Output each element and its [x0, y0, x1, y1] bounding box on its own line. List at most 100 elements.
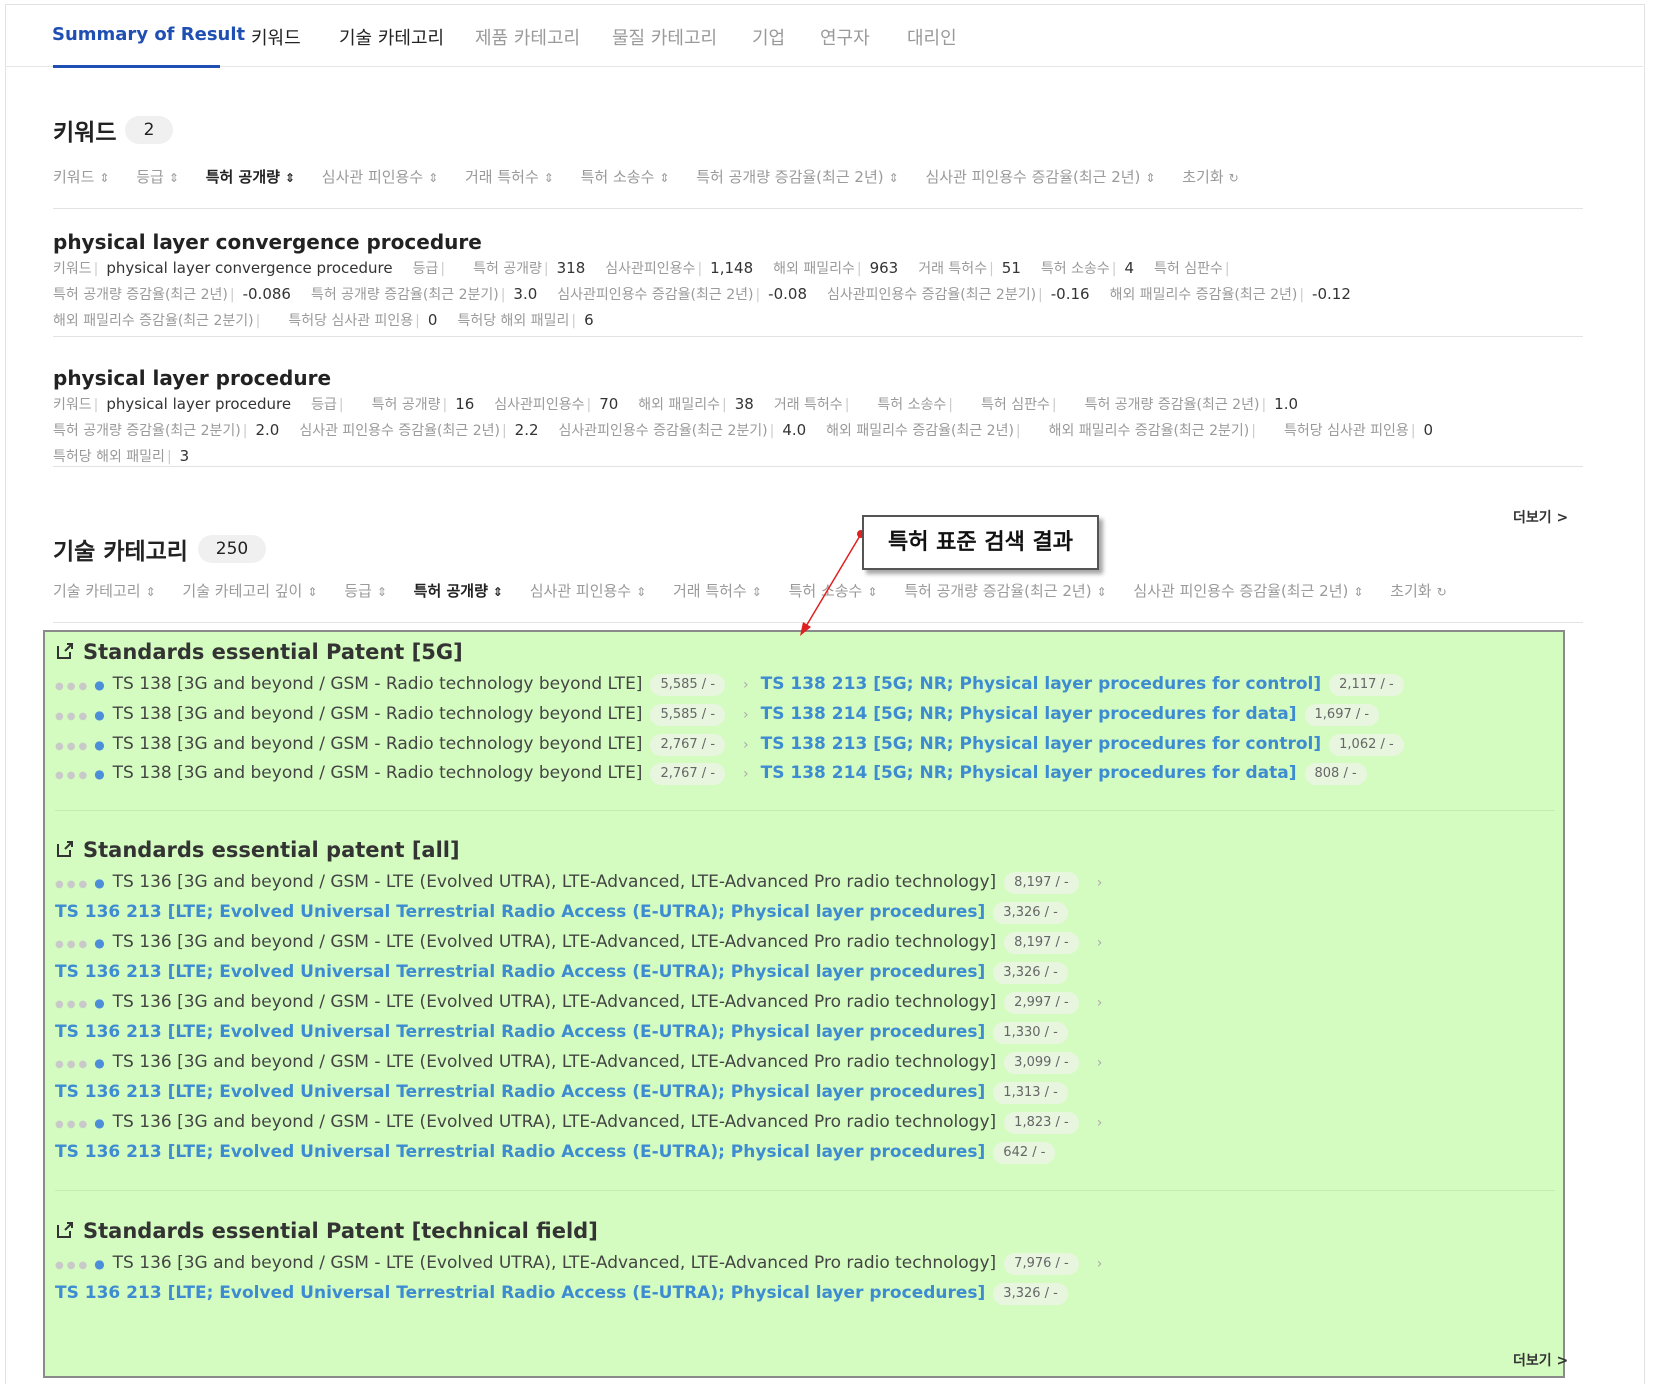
- depth-dots: ●●●: [55, 939, 91, 950]
- bullet-icon: ●: [94, 876, 105, 890]
- parent-category[interactable]: TS 138 [3G and beyond / GSM - Radio tech…: [113, 674, 643, 694]
- sort-traded-patents[interactable]: 거래 특허수 ⇕: [465, 168, 554, 186]
- sort-citation-growth[interactable]: 심사관 피인용수 증감율(최근 2년) ⇕: [925, 168, 1155, 186]
- standards-group-title[interactable]: Standards essential Patent [technical fi…: [55, 1219, 598, 1245]
- metric-label: 등급: [412, 261, 439, 277]
- child-category-link[interactable]: TS 138 213 [5G; NR; Physical layer proce…: [761, 674, 1322, 694]
- separator: |: [440, 261, 446, 277]
- parent-category[interactable]: TS 136 [3G and beyond / GSM - LTE (Evolv…: [113, 1112, 997, 1132]
- child-category-link[interactable]: TS 136 213 [LTE; Evolved Universal Terre…: [55, 902, 985, 922]
- count-badge: 1,823 / -: [1004, 1112, 1079, 1134]
- parent-category[interactable]: TS 138 [3G and beyond / GSM - Radio tech…: [113, 704, 643, 724]
- child-category-link[interactable]: TS 138 213 [5G; NR; Physical layer proce…: [761, 734, 1322, 754]
- keyword-metric-row: 키워드 | physical layer procedure 등급 | 특허 공개량 | 16…: [53, 394, 1318, 414]
- category-child-row: TS 136 213 [LTE; Evolved Universal Terre…: [55, 1082, 1068, 1104]
- reset-icon: ↻: [1228, 171, 1239, 185]
- tab-keyword[interactable]: 키워드: [251, 24, 301, 50]
- child-category-link[interactable]: TS 136 213 [LTE; Evolved Universal Terre…: [55, 1022, 985, 1042]
- bullet-icon: ●: [94, 767, 105, 781]
- bullet-icon: ●: [94, 1116, 105, 1130]
- metric-label: 특허 심판수: [980, 397, 1050, 413]
- sort-icon: ⇕: [1353, 585, 1364, 599]
- metric-label: 해외 패밀리수 증감율(최근 2년): [826, 423, 1014, 439]
- standards-group-title[interactable]: Standards essential Patent [5G]: [55, 640, 463, 666]
- metric-label: 특허 심판수: [1154, 261, 1223, 277]
- sort-icon: ⇕: [1145, 171, 1156, 185]
- sort-publication-growth[interactable]: 특허 공개량 증감율(최근 2년) ⇕: [904, 582, 1106, 600]
- sort-grade[interactable]: 등급 ⇕: [136, 168, 179, 186]
- metric-label: 거래 특허수: [918, 261, 988, 277]
- separator: |: [1251, 423, 1256, 439]
- sort-citation-growth[interactable]: 심사관 피인용수 증감율(최근 2년) ⇕: [1133, 582, 1363, 600]
- separator: |: [722, 397, 727, 413]
- tab-product-category[interactable]: 제품 카테고리: [475, 24, 580, 50]
- tech-more-link[interactable]: 더보기 >: [1513, 1350, 1568, 1370]
- metric-label: 특허 소송수: [877, 397, 947, 413]
- sort-tech-category[interactable]: 기술 카테고리 ⇕: [53, 582, 156, 600]
- keyword-metric-row: 특허 공개량 증감율(최근 2년) | -0.086 특허 공개량 증감율(최근 2분…: [53, 284, 1371, 304]
- sort-traded-patents[interactable]: 거래 특허수 ⇕: [673, 582, 762, 600]
- metric-label: 해외 패밀리수: [638, 397, 721, 413]
- parent-category[interactable]: TS 136 [3G and beyond / GSM - LTE (Evolv…: [113, 932, 997, 952]
- parent-category[interactable]: TS 136 [3G and beyond / GSM - LTE (Evolv…: [113, 992, 997, 1012]
- child-category-link[interactable]: TS 136 213 [LTE; Evolved Universal Terre…: [55, 962, 985, 982]
- group-title-text: Standards essential Patent [technical fi…: [83, 1219, 598, 1243]
- metric-value: 963: [869, 259, 899, 277]
- tab-company[interactable]: 기업: [752, 24, 785, 50]
- metric-value: 4: [1124, 259, 1135, 277]
- sort-grade[interactable]: 등급 ⇕: [344, 582, 387, 600]
- tab-material-category[interactable]: 물질 카테고리: [612, 24, 717, 50]
- keyword-item-title[interactable]: physical layer convergence procedure: [53, 230, 482, 254]
- sort-litigations[interactable]: 특허 소송수 ⇕: [581, 168, 670, 186]
- bullet-icon: ●: [94, 1056, 105, 1070]
- sort-publication-growth[interactable]: 특허 공개량 증감율(최근 2년) ⇕: [696, 168, 898, 186]
- tab-tech-category[interactable]: 기술 카테고리: [339, 24, 444, 50]
- child-category-link[interactable]: TS 136 213 [LTE; Evolved Universal Terre…: [55, 1082, 985, 1102]
- sort-examiner-citations[interactable]: 심사관 피인용수 ⇕: [530, 582, 646, 600]
- separator: |: [586, 397, 592, 413]
- sort-patent-publications[interactable]: 특허 공개량 ⇕: [206, 168, 295, 186]
- sort-icon: ⇕: [867, 585, 878, 599]
- metric-label: 특허 공개량 증감율(최근 2년): [53, 287, 228, 303]
- separator: |: [1038, 287, 1043, 303]
- external-link-icon: [55, 839, 75, 864]
- depth-dots: ●●●: [55, 770, 91, 781]
- sort-icon: ⇕: [145, 585, 156, 599]
- sort-tech-depth[interactable]: 기술 카테고리 깊이 ⇕: [182, 582, 317, 600]
- separator: |: [93, 397, 99, 413]
- child-category-link[interactable]: TS 138 214 [5G; NR; Physical layer proce…: [761, 704, 1297, 724]
- keyword-item-title[interactable]: physical layer procedure: [53, 366, 331, 390]
- sort-keyword[interactable]: 키워드 ⇕: [53, 168, 109, 186]
- separator: |: [844, 397, 850, 413]
- metric-value: 70: [599, 395, 619, 413]
- keyword-metric-row: 키워드 | physical layer convergence procedure…: [53, 258, 1258, 278]
- bullet-icon: ●: [94, 1257, 105, 1271]
- category-path-row: ●●● ● TS 136 [3G and beyond / GSM - LTE (E…: [55, 1253, 1114, 1275]
- category-child-row: TS 136 213 [LTE; Evolved Universal Terre…: [55, 1283, 1068, 1305]
- reset-button[interactable]: 초기화 ↻: [1390, 582, 1446, 600]
- separator: |: [755, 287, 761, 303]
- active-tab-indicator: [53, 65, 220, 68]
- child-category-link[interactable]: TS 138 214 [5G; NR; Physical layer proce…: [761, 763, 1297, 783]
- reset-button[interactable]: 초기화 ↻: [1182, 168, 1238, 186]
- parent-category[interactable]: TS 136 [3G and beyond / GSM - LTE (Evolv…: [113, 1253, 997, 1273]
- tab-agent[interactable]: 대리인: [907, 24, 957, 50]
- child-category-link[interactable]: TS 136 213 [LTE; Evolved Universal Terre…: [55, 1142, 985, 1162]
- parent-category[interactable]: TS 138 [3G and beyond / GSM - Radio tech…: [113, 763, 643, 783]
- tab-summary[interactable]: Summary of Result: [52, 24, 245, 45]
- tab-researcher[interactable]: 연구자: [820, 24, 870, 50]
- standards-group-title[interactable]: Standards essential patent [all]: [55, 838, 460, 864]
- separator: |: [415, 313, 420, 329]
- parent-category[interactable]: TS 136 [3G and beyond / GSM - LTE (Evolv…: [113, 1052, 997, 1072]
- sort-patent-publications[interactable]: 특허 공개량 ⇕: [414, 582, 503, 600]
- metric-value: -0.08: [768, 285, 807, 303]
- bullet-icon: ●: [94, 996, 105, 1010]
- parent-category[interactable]: TS 136 [3G and beyond / GSM - LTE (Evolv…: [113, 872, 997, 892]
- sort-examiner-citations[interactable]: 심사관 피인용수 ⇕: [322, 168, 438, 186]
- child-category-link[interactable]: TS 136 213 [LTE; Evolved Universal Terre…: [55, 1283, 985, 1303]
- separator: |: [229, 287, 235, 303]
- metric-label: 해외 패밀리수 증감율(최근 2분기): [1048, 423, 1250, 439]
- parent-category[interactable]: TS 138 [3G and beyond / GSM - Radio tech…: [113, 734, 643, 754]
- group-divider: [55, 1190, 1555, 1191]
- keyword-more-link[interactable]: 더보기 >: [1513, 507, 1568, 527]
